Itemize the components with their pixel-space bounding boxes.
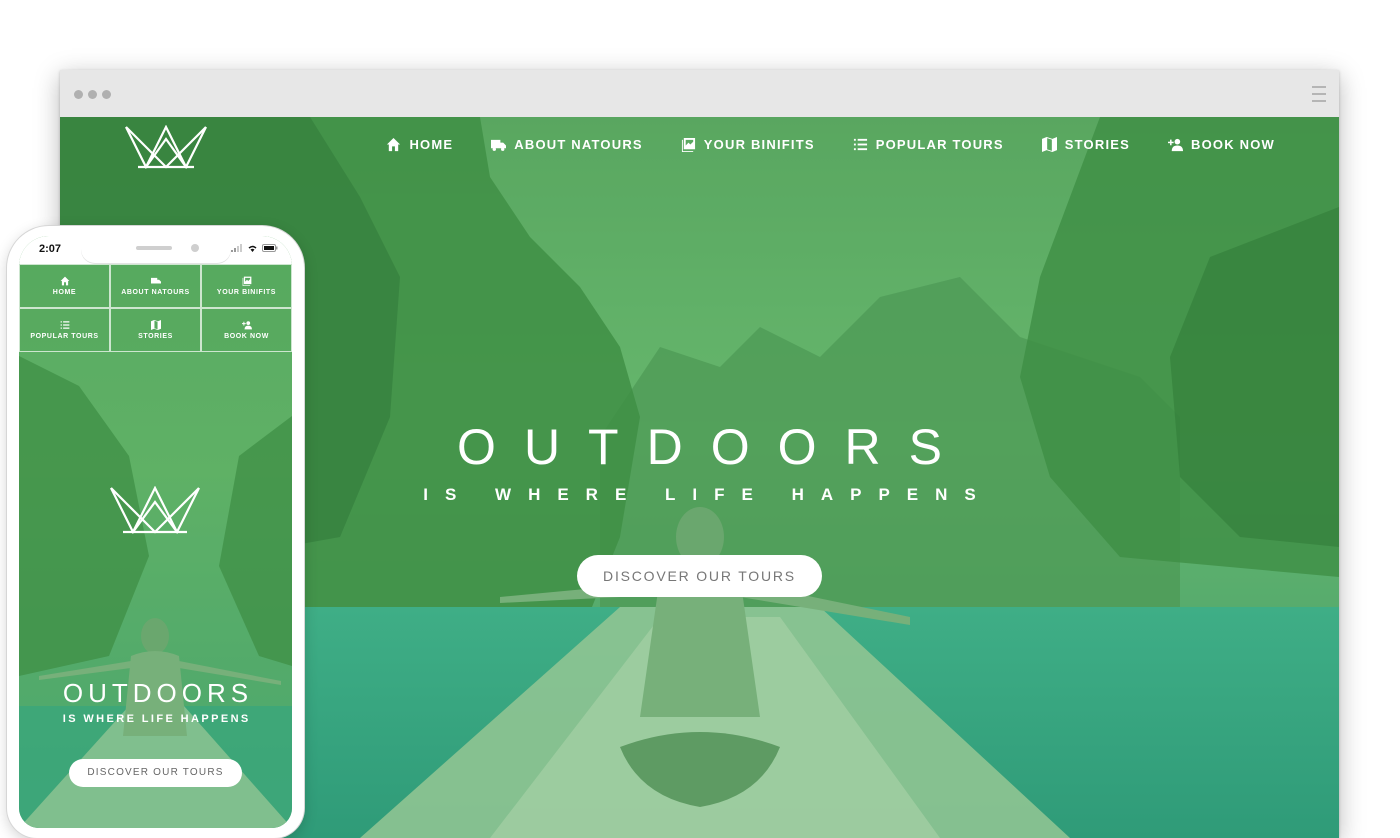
home-icon (387, 137, 401, 152)
nav-item-benefits[interactable]: YOUR BINIFITS (681, 137, 815, 152)
mobile-nav-popular-tours[interactable]: POPULAR TOURS (19, 308, 110, 352)
home-icon (60, 276, 69, 286)
mobile-hero-subtitle: IS WHERE LIFE HAPPENS (62, 713, 251, 725)
mobile-navigation: HOME ABOUT NATOURS YOUR BINIFITS POPULAR… (19, 264, 292, 352)
mobile-hero-title: OUTDOORS (62, 678, 254, 708)
nav-label: HOME (409, 137, 454, 152)
add-user-icon (1168, 138, 1184, 152)
battery-icon (262, 244, 278, 252)
status-time: 2:07 (39, 243, 62, 255)
crown-outline-logo[interactable] (109, 486, 201, 534)
front-camera (191, 244, 199, 252)
browser-toolbar (60, 70, 1339, 117)
nav-item-book-now[interactable]: BOOK NOW (1168, 137, 1275, 152)
phone-mockup: 2:07 HOME ABOUT NATOURS YOUR BINIFITS PO… (7, 226, 304, 838)
phone-screen: 2:07 HOME ABOUT NATOURS YOUR BINIFITS PO… (19, 236, 292, 828)
list-icon (60, 321, 69, 329)
mobile-nav-book-now[interactable]: BOOK NOW (201, 308, 292, 352)
main-navigation: HOME ABOUT NATOURS YOUR BINIFITS POPULAR… (386, 137, 1275, 152)
mobile-nav-label: HOME (52, 289, 77, 296)
window-dot-1[interactable] (74, 90, 83, 99)
wifi-icon (248, 245, 257, 252)
truck-icon (150, 277, 161, 284)
mobile-nav-stories[interactable]: STORIES (110, 308, 201, 352)
nav-label: ABOUT NATOURS (514, 137, 643, 152)
map-icon (150, 320, 161, 330)
mobile-nav-about[interactable]: ABOUT NATOURS (110, 264, 201, 308)
add-user-icon (241, 321, 252, 330)
nav-item-about[interactable]: ABOUT NATOURS (491, 137, 643, 152)
phone-notch (81, 236, 231, 263)
signal-icon (231, 244, 242, 252)
truck-icon (491, 139, 507, 151)
discover-tours-button[interactable]: DISCOVER OUR TOURS (577, 555, 822, 597)
speaker-grille (136, 246, 172, 250)
status-bar: 2:07 (19, 236, 292, 264)
window-controls (74, 90, 111, 99)
nav-item-home[interactable]: HOME (386, 137, 453, 152)
nav-item-stories[interactable]: STORIES (1041, 137, 1131, 152)
nav-label: STORIES (1064, 137, 1131, 152)
mobile-nav-label: POPULAR TOURS (30, 333, 99, 340)
nav-label: YOUR BINIFITS (703, 137, 815, 152)
list-icon (853, 138, 867, 151)
gallery-icon (681, 137, 695, 152)
nav-label: BOOK NOW (1191, 137, 1275, 152)
mobile-nav-label: YOUR BINIFITS (216, 289, 277, 296)
mobile-nav-label: ABOUT NATOURS (121, 289, 190, 296)
mobile-nav-label: BOOK NOW (224, 333, 269, 340)
window-dot-3[interactable] (102, 90, 111, 99)
menu-icon[interactable] (1312, 86, 1326, 102)
map-icon (1041, 137, 1057, 152)
crown-outline-logo[interactable] (124, 125, 208, 169)
mobile-nav-label: STORIES (138, 333, 173, 340)
mobile-nav-benefits[interactable]: YOUR BINIFITS (201, 264, 292, 308)
mobile-discover-tours-button[interactable]: DISCOVER OUR TOURS (69, 759, 242, 787)
nav-label: POPULAR TOURS (875, 137, 1004, 152)
window-dot-2[interactable] (88, 90, 97, 99)
mobile-hero-section: OUTDOORS IS WHERE LIFE HAPPENS DISCOVER … (19, 678, 292, 787)
gallery-icon (242, 276, 251, 286)
mobile-nav-home[interactable]: HOME (19, 264, 110, 308)
nav-item-popular-tours[interactable]: POPULAR TOURS (853, 137, 1004, 152)
status-icons (231, 244, 278, 252)
